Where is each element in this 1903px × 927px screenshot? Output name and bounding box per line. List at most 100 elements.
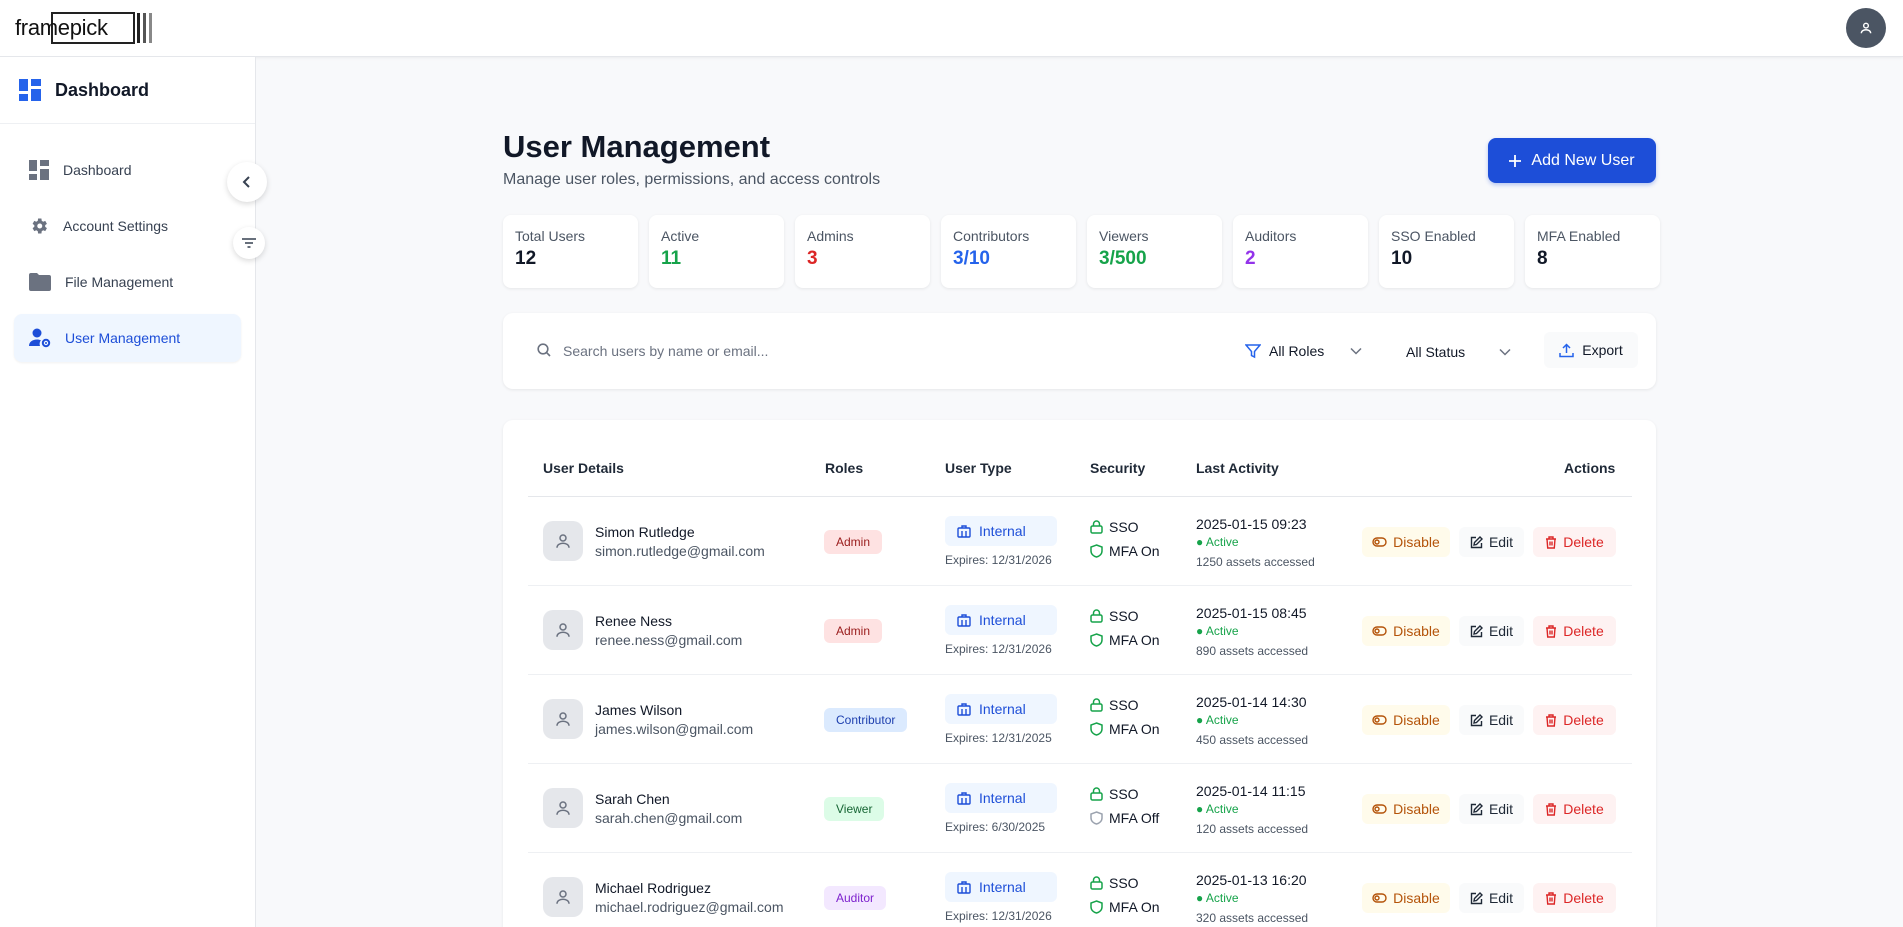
- sidebar-item-account-settings[interactable]: Account Settings: [14, 202, 241, 250]
- edit-icon: [1470, 891, 1483, 904]
- disable-button[interactable]: Disable: [1362, 794, 1450, 824]
- edit-button[interactable]: Edit: [1459, 705, 1524, 735]
- export-button[interactable]: Export: [1544, 332, 1638, 368]
- filter-lines-icon: [242, 238, 256, 248]
- delete-button[interactable]: Delete: [1533, 527, 1616, 557]
- user-avatar: [543, 788, 583, 828]
- sidebar-filter-button[interactable]: [233, 227, 265, 259]
- user-icon: [556, 712, 570, 726]
- disable-button[interactable]: Disable: [1362, 705, 1450, 735]
- status-filter-select[interactable]: All Status: [1406, 337, 1511, 367]
- stat-label: SSO Enabled: [1391, 228, 1476, 244]
- disable-button[interactable]: Disable: [1362, 883, 1450, 913]
- plus-icon: [1509, 154, 1522, 167]
- role-badge: Admin: [824, 530, 883, 554]
- sidebar-collapse-button[interactable]: [227, 162, 267, 202]
- delete-button[interactable]: Delete: [1533, 705, 1616, 735]
- user-name: Sarah Chen: [595, 791, 670, 807]
- sidebar-item-file-management[interactable]: File Management: [14, 258, 241, 306]
- toggle-icon: [1372, 804, 1387, 814]
- user-email: sarah.chen@gmail.com: [595, 810, 743, 826]
- user-name: James Wilson: [595, 702, 683, 718]
- delete-button[interactable]: Delete: [1533, 794, 1616, 824]
- mfa-status: MFA On: [1090, 632, 1160, 648]
- role-badge: Admin: [824, 619, 883, 643]
- sso-status: SSO: [1090, 697, 1139, 713]
- building-icon: [957, 880, 971, 894]
- edit-button[interactable]: Edit: [1459, 883, 1524, 913]
- mfa-label: MFA On: [1109, 899, 1160, 915]
- assets-accessed: 120 assets accessed: [1196, 822, 1309, 836]
- user-icon: [556, 623, 570, 637]
- top-bar: framepick: [0, 0, 1903, 57]
- sso-label: SSO: [1109, 697, 1139, 713]
- disable-label: Disable: [1393, 623, 1440, 639]
- trash-icon: [1546, 535, 1557, 549]
- edit-label: Edit: [1488, 890, 1514, 906]
- expires-text: Expires: 12/31/2026: [945, 642, 1052, 656]
- edit-icon: [1470, 624, 1483, 637]
- edit-label: Edit: [1488, 801, 1514, 817]
- search-input[interactable]: [563, 337, 963, 365]
- status-filter-value: All Status: [1406, 344, 1466, 360]
- user-avatar: [543, 521, 583, 561]
- edit-button[interactable]: Edit: [1459, 794, 1524, 824]
- stat-card: Auditors 2: [1233, 215, 1368, 288]
- edit-icon: [1470, 535, 1483, 548]
- assets-accessed: 890 assets accessed: [1196, 644, 1309, 658]
- last-activity-time: 2025-01-13 16:20: [1196, 872, 1307, 888]
- user-email: renee.ness@gmail.com: [595, 632, 743, 648]
- delete-label: Delete: [1563, 801, 1604, 817]
- logo[interactable]: framepick: [15, 11, 152, 45]
- expires-text: Expires: 6/30/2025: [945, 820, 1046, 834]
- sidebar-item-user-management[interactable]: User Management: [14, 314, 241, 362]
- user-type-badge: Internal: [945, 872, 1057, 902]
- role-filter-select[interactable]: All Roles: [1245, 337, 1362, 365]
- sso-status: SSO: [1090, 519, 1139, 535]
- upload-icon: [1559, 342, 1575, 357]
- user-type-badge: Internal: [945, 605, 1057, 635]
- user-icon: [1860, 22, 1872, 34]
- disable-button[interactable]: Disable: [1362, 616, 1450, 646]
- page-subtitle: Manage user roles, permissions, and acce…: [503, 171, 881, 188]
- toggle-icon: [1372, 893, 1387, 903]
- user-type-label: Internal: [979, 523, 1026, 539]
- trash-icon: [1546, 713, 1557, 727]
- edit-button[interactable]: Edit: [1459, 527, 1524, 557]
- delete-label: Delete: [1563, 712, 1604, 728]
- stat-label: Admins: [807, 228, 854, 244]
- folder-icon: [29, 273, 51, 291]
- delete-label: Delete: [1563, 890, 1604, 906]
- stat-label: Auditors: [1245, 228, 1297, 244]
- delete-button[interactable]: Delete: [1533, 616, 1616, 646]
- toggle-icon: [1372, 715, 1387, 725]
- delete-button[interactable]: Delete: [1533, 883, 1616, 913]
- user-avatar-button[interactable]: [1846, 8, 1886, 48]
- stat-label: Active: [661, 228, 700, 244]
- sso-label: SSO: [1109, 608, 1139, 624]
- last-activity-time: 2025-01-15 08:45: [1196, 605, 1307, 621]
- stat-value: 3/500: [1099, 248, 1147, 269]
- sso-label: SSO: [1109, 875, 1139, 891]
- sidebar-item-dashboard[interactable]: Dashboard: [14, 146, 241, 194]
- user-email: simon.rutledge@gmail.com: [595, 543, 765, 559]
- user-name: Simon Rutledge: [595, 524, 695, 540]
- assets-accessed: 320 assets accessed: [1196, 911, 1309, 925]
- user-icon: [556, 890, 570, 904]
- user-email: michael.rodriguez@gmail.com: [595, 899, 784, 915]
- sidebar-header: Dashboard: [0, 57, 255, 124]
- shield-icon: [1090, 811, 1103, 825]
- stat-label: MFA Enabled: [1537, 228, 1621, 244]
- stat-card: MFA Enabled 8: [1525, 215, 1660, 288]
- add-new-user-button[interactable]: Add New User: [1488, 138, 1656, 183]
- disable-button[interactable]: Disable: [1362, 527, 1450, 557]
- expires-text: Expires: 12/31/2026: [945, 909, 1052, 923]
- delete-label: Delete: [1563, 623, 1604, 639]
- gear-icon: [32, 218, 47, 234]
- disable-label: Disable: [1393, 534, 1440, 550]
- mfa-status: MFA Off: [1090, 810, 1159, 826]
- stat-card: Viewers 3/500: [1087, 215, 1222, 288]
- edit-button[interactable]: Edit: [1459, 616, 1524, 646]
- user-avatar: [543, 877, 583, 917]
- building-icon: [957, 613, 971, 627]
